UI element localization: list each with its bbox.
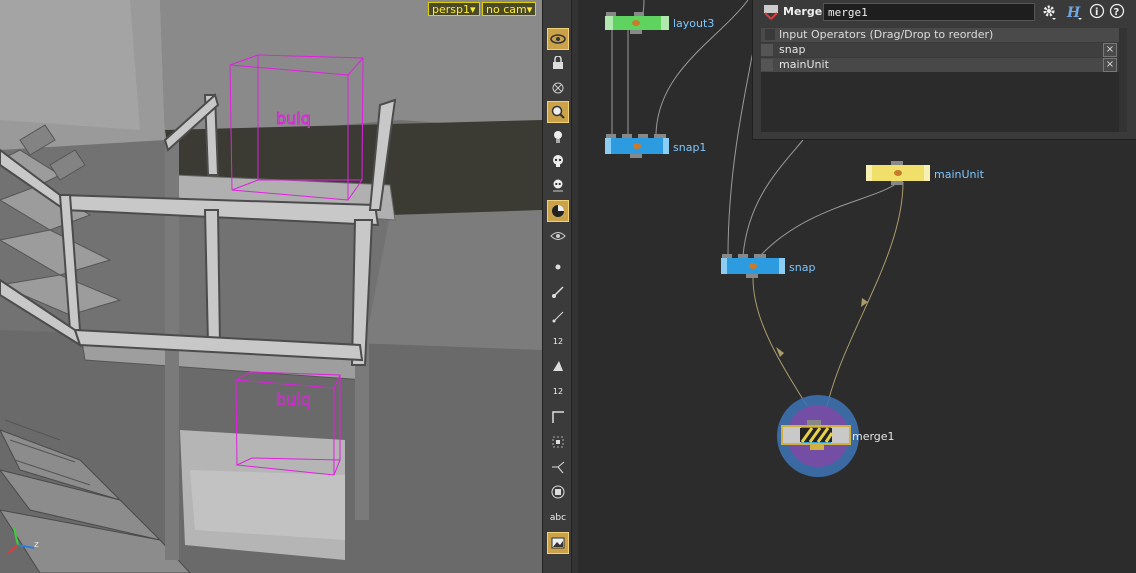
input-list-header: Input Operators (Drag/Drop to reorder) — [761, 28, 1119, 42]
camera-menu[interactable]: persp1▾ — [428, 2, 480, 16]
remove-input-button[interactable]: × — [1103, 58, 1117, 72]
point-icon[interactable] — [547, 256, 569, 278]
light-icon[interactable] — [547, 126, 569, 148]
point-number-icon[interactable]: 12 — [547, 330, 569, 352]
info-icon[interactable]: i — [1089, 3, 1105, 19]
input-list-empty-area[interactable] — [761, 72, 1119, 132]
input-name: snap — [779, 43, 806, 56]
corner-icon[interactable] — [547, 406, 569, 428]
drag-handle-icon[interactable] — [761, 59, 773, 71]
snap1-label[interactable]: snap1 — [673, 141, 706, 154]
snap-node — [721, 254, 785, 278]
lock-icon[interactable] — [547, 52, 569, 74]
input-list-title: Input Operators (Drag/Drop to reorder) — [779, 28, 994, 41]
input-row-snap[interactable]: snap — [761, 43, 1103, 57]
scene-viewport[interactable]: bulq bulq z persp1▾ no cam▾ — [0, 0, 542, 573]
hide-icon[interactable] — [547, 77, 569, 99]
svg-text:i: i — [1095, 7, 1098, 18]
gear-icon[interactable] — [1041, 3, 1057, 21]
prim-number-icon[interactable]: 12 — [547, 380, 569, 402]
param-header: Merge H i ? — [753, 0, 1136, 24]
display-icon[interactable] — [547, 28, 569, 50]
viewport-toolbar: 12 12 abc — [542, 0, 572, 573]
shading-icon[interactable] — [547, 200, 569, 222]
houdini-help-icon[interactable]: H — [1065, 3, 1083, 21]
mainUnit-node — [866, 161, 930, 185]
header-handle — [765, 29, 775, 40]
node-name-field[interactable] — [823, 3, 1035, 21]
mainUnit-label[interactable]: mainUnit — [934, 168, 984, 181]
list-scrollbar[interactable] — [1119, 28, 1127, 132]
pen-icon[interactable] — [547, 306, 569, 328]
prim-icon[interactable] — [547, 355, 569, 377]
eye-icon[interactable] — [547, 225, 569, 247]
merge1-node — [777, 395, 859, 477]
svg-text:bulq: bulq — [276, 390, 311, 409]
image-icon[interactable] — [547, 532, 569, 554]
snap1-node — [605, 134, 669, 158]
svg-text:?: ? — [1114, 7, 1120, 18]
input-name: mainUnit — [779, 58, 829, 71]
skull-alt-icon[interactable] — [547, 175, 569, 197]
zoom-icon[interactable] — [547, 101, 569, 123]
axis-label: z — [34, 540, 39, 550]
grid-snap-icon[interactable] — [547, 431, 569, 453]
connect-icon[interactable] — [547, 456, 569, 478]
svg-text:bulq: bulq — [276, 109, 311, 128]
box-icon[interactable] — [547, 481, 569, 503]
cam-menu[interactable]: no cam▾ — [482, 2, 537, 16]
scene-render: bulq bulq — [0, 0, 542, 573]
drag-handle-icon[interactable] — [761, 44, 773, 56]
snap-label[interactable]: snap — [789, 261, 815, 274]
help-icon[interactable]: ? — [1109, 3, 1125, 19]
text-icon[interactable]: abc — [547, 507, 569, 529]
node-type-label: Merge — [783, 5, 823, 18]
merge1-label[interactable]: merge1 — [852, 430, 895, 443]
brush-icon[interactable] — [547, 281, 569, 303]
skull-icon[interactable] — [547, 150, 569, 172]
parameter-pane: Merge H i ? Input Operators (Drag/Drop t… — [752, 0, 1136, 140]
input-row-mainUnit[interactable]: mainUnit — [761, 58, 1103, 72]
remove-input-button[interactable]: × — [1103, 43, 1117, 57]
layout3-node — [605, 12, 669, 34]
merge-node-icon — [764, 5, 778, 20]
layout3-label[interactable]: layout3 — [673, 17, 714, 30]
